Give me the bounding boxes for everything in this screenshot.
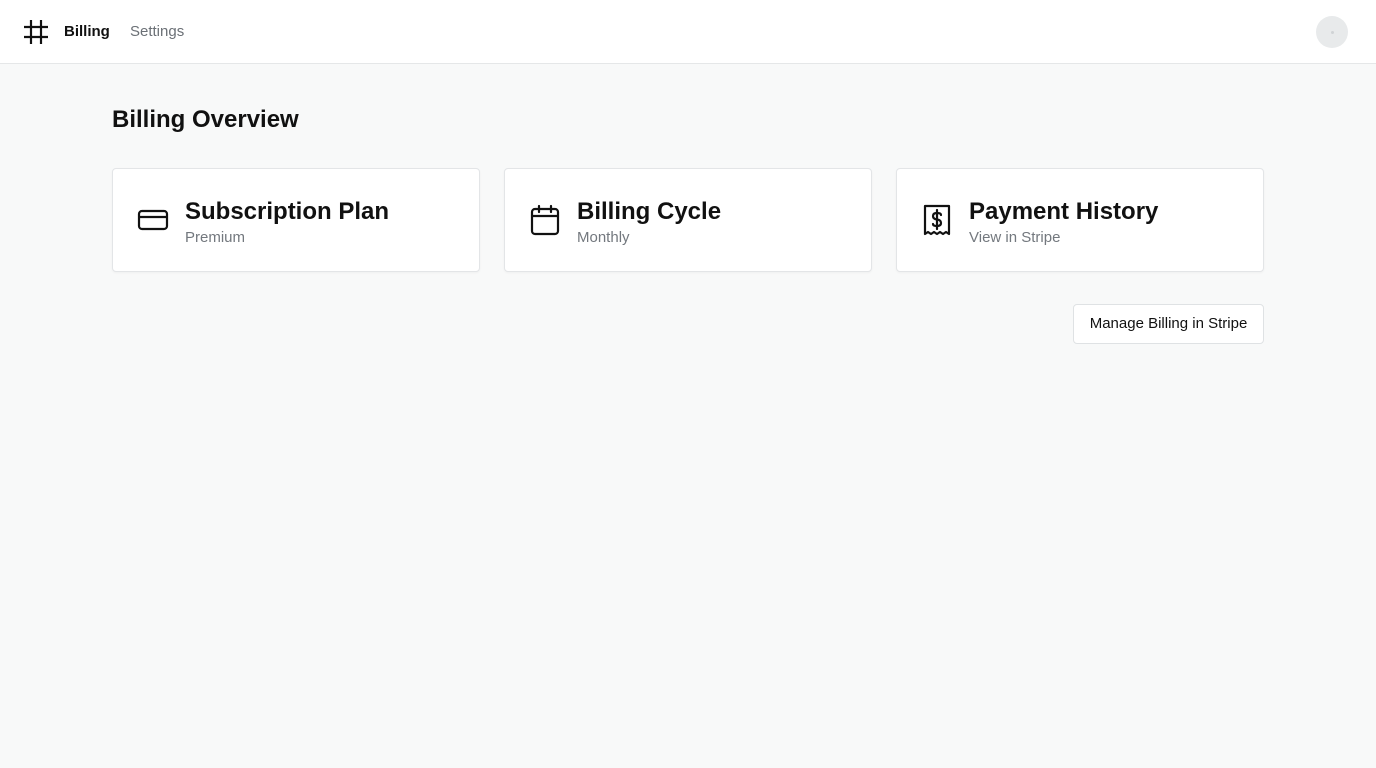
- card-title: Payment History: [969, 198, 1159, 225]
- billing-cycle-card: Billing Cycle Monthly: [504, 168, 872, 272]
- card-subtitle: View in Stripe: [969, 229, 1061, 246]
- credit-card-icon: [137, 209, 169, 231]
- subscription-plan-card: Subscription Plan Premium: [112, 168, 480, 272]
- page-title: Billing Overview: [112, 106, 299, 133]
- card-title: Subscription Plan: [185, 198, 390, 225]
- avatar[interactable]: [1316, 16, 1348, 48]
- payment-history-card: Payment History View in Stripe: [896, 168, 1264, 272]
- nav-link-billing[interactable]: Billing: [64, 23, 110, 41]
- manage-billing-button[interactable]: Manage Billing in Stripe: [1073, 304, 1264, 344]
- card-subtitle: Premium: [185, 229, 246, 246]
- hash-icon[interactable]: [24, 20, 48, 44]
- card-subtitle: Monthly: [577, 229, 630, 246]
- avatar-placeholder-dot: [1330, 30, 1334, 34]
- top-navigation-bar: Billing Settings: [0, 0, 1376, 64]
- card-title: Billing Cycle: [577, 198, 722, 225]
- nav-link-settings[interactable]: Settings: [130, 23, 184, 41]
- calendar-icon: [530, 204, 560, 236]
- receipt-dollar-icon: [923, 204, 951, 236]
